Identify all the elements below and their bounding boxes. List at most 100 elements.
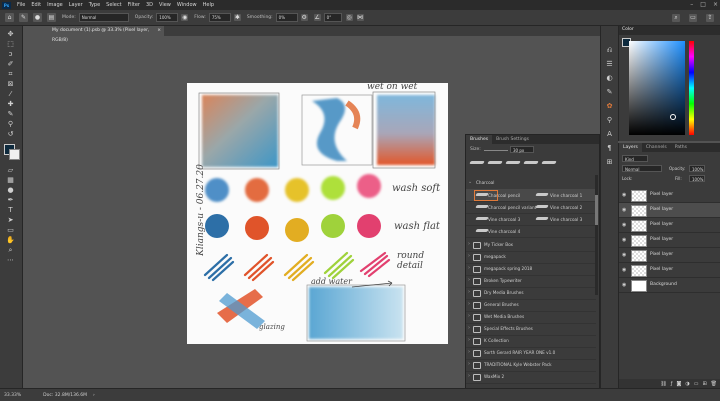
type-tool-icon[interactable]: T (4, 206, 17, 215)
clone-source-icon[interactable]: ⚲ (605, 116, 614, 125)
clone-stamp-tool-icon[interactable]: ⚲ (4, 120, 17, 129)
visibility-eye-icon[interactable]: ◉ (622, 192, 626, 198)
glyphs-icon[interactable]: ⊞ (605, 158, 614, 167)
layer-row[interactable]: ◉ Pixel layer (619, 218, 720, 233)
pen-tool-icon[interactable]: ✒ (4, 196, 17, 205)
size-field[interactable]: 30 px (510, 146, 534, 153)
layer-row[interactable]: ◉ Pixel layer (619, 248, 720, 263)
fx-icon[interactable]: ƒ (671, 381, 673, 387)
smoothing-field[interactable]: 0% (275, 13, 298, 22)
close-tab-icon[interactable]: × (157, 26, 161, 36)
layer-row[interactable]: ◉ Pixel layer (619, 233, 720, 248)
brush-panel-icon[interactable]: ✎ (605, 88, 614, 97)
properties-icon[interactable]: ☰ (605, 60, 614, 69)
menu-filter[interactable]: Filter (125, 2, 143, 8)
lasso-tool-icon[interactable]: ↄ (4, 50, 17, 59)
maximize-icon[interactable]: □ (700, 1, 706, 8)
recent-brush-2[interactable] (487, 161, 503, 164)
brush-row-4[interactable]: Vine charcoal 4 (466, 225, 596, 238)
new-layer-icon[interactable]: ⊞ (702, 381, 706, 387)
layer-filter-kind[interactable]: Kind (622, 155, 648, 162)
chevron-right-icon[interactable]: › (468, 289, 470, 295)
tab-layers[interactable]: Layers (619, 143, 642, 152)
visibility-eye-icon[interactable]: ◉ (622, 237, 626, 243)
history-icon[interactable]: ⎌ (605, 46, 614, 55)
menu-image[interactable]: Image (44, 2, 66, 8)
tab-paths[interactable]: Paths (671, 143, 691, 152)
menu-edit[interactable]: Edit (28, 2, 44, 8)
character-icon[interactable]: A (605, 130, 614, 139)
chevron-right-icon[interactable]: › (468, 361, 470, 367)
recent-brush-1[interactable] (469, 161, 485, 164)
chevron-right-icon[interactable]: › (468, 253, 470, 259)
layer-row[interactable]: ◉ Pixel layer (619, 263, 720, 278)
color-picker-marker[interactable] (670, 114, 676, 120)
brushes-scrollbar[interactable] (595, 175, 598, 295)
chevron-right-icon[interactable]: › (468, 241, 470, 247)
menu-help[interactable]: Help (200, 2, 217, 8)
share-icon[interactable]: ⇪ (706, 13, 714, 22)
new-group-icon[interactable]: ▭ (694, 381, 699, 387)
opacity-field[interactable]: 100% (156, 13, 179, 22)
minimize-icon[interactable]: – (690, 1, 693, 8)
history-brush-tool-icon[interactable]: ↺ (4, 130, 17, 139)
chevron-right-icon[interactable]: › (468, 349, 470, 355)
background-color-swatch[interactable] (9, 149, 20, 160)
crop-tool-icon[interactable]: ⌗ (4, 70, 17, 79)
menu-view[interactable]: View (156, 2, 174, 8)
visibility-eye-icon[interactable]: ◉ (622, 282, 626, 288)
chevron-right-icon[interactable]: › (468, 277, 470, 283)
menu-layer[interactable]: Layer (66, 2, 86, 8)
document-tab[interactable]: My document (1).psb @ 33.3% (Pixel layer… (46, 26, 164, 43)
smoothing-options-icon[interactable]: ⚙ (300, 14, 308, 21)
tab-color[interactable]: Color (622, 27, 634, 32)
dodge-tool-icon[interactable]: ● (4, 186, 17, 195)
delete-layer-icon[interactable]: 🗑 (711, 381, 717, 387)
frame-tool-icon[interactable]: ⊠ (4, 80, 17, 89)
menu-select[interactable]: Select (103, 2, 124, 8)
recent-brush-3[interactable] (505, 161, 521, 164)
recent-brush-4[interactable] (523, 161, 539, 164)
eyedropper-tool-icon[interactable]: ⁄ (4, 90, 17, 99)
healing-tool-icon[interactable]: ✚ (4, 100, 17, 109)
hue-slider[interactable] (689, 41, 694, 135)
menu-window[interactable]: Window (174, 2, 200, 8)
airbrush-icon[interactable]: ✱ (233, 14, 241, 21)
tab-brush-settings[interactable]: Brush Settings (492, 135, 533, 144)
path-select-tool-icon[interactable]: ➤ (4, 216, 17, 225)
chevron-right-icon[interactable]: › (468, 337, 470, 343)
tab-brushes[interactable]: Brushes (466, 135, 493, 144)
menu-file[interactable]: File (14, 2, 28, 8)
menu-type[interactable]: Type (86, 2, 103, 8)
status-chevron-icon[interactable]: › (93, 393, 95, 398)
move-tool-icon[interactable]: ✥ (4, 30, 17, 39)
visibility-eye-icon[interactable]: ◉ (622, 252, 626, 258)
adjustments-icon[interactable]: ◐ (605, 74, 614, 83)
paragraph-icon[interactable]: ¶ (605, 144, 614, 153)
chevron-right-icon[interactable]: › (468, 325, 470, 331)
layer-opacity-field[interactable]: 100% (689, 165, 705, 172)
brushes-active-icon[interactable]: ✿ (605, 102, 614, 111)
zoom-level[interactable]: 33.33% (4, 393, 21, 398)
brush-preset-icon[interactable]: ● (33, 13, 42, 22)
visibility-eye-icon[interactable]: ◉ (622, 267, 626, 273)
brush-folder[interactable]: › WaxMix 2 (466, 371, 596, 384)
visibility-eye-icon[interactable]: ◉ (622, 222, 626, 228)
zoom-tool-icon[interactable]: ⌕ (4, 246, 17, 255)
angle-field[interactable]: 0° (323, 13, 342, 22)
brush-tool-icon[interactable]: ✎ (19, 13, 28, 22)
scrollbar-thumb[interactable] (595, 195, 598, 225)
layer-row[interactable]: ◉ Pixel layer (619, 188, 720, 203)
blend-mode-select[interactable]: Normal (622, 165, 662, 172)
layer-row-background[interactable]: ◉ Background (619, 278, 720, 293)
symmetry-icon[interactable]: ⋈ (356, 14, 364, 21)
eraser-tool-icon[interactable]: ▱ (4, 166, 17, 175)
search-icon[interactable]: ⌕ (672, 13, 680, 22)
size-slider[interactable] (484, 150, 508, 151)
tab-channels[interactable]: Channels (642, 143, 671, 152)
layer-fill-field[interactable]: 100% (689, 175, 705, 182)
workspace-icon[interactable]: ▭ (689, 13, 697, 22)
document-canvas[interactable]: wet on wet wash soft wash flat round det… (187, 83, 448, 344)
color-picker-field[interactable] (629, 41, 685, 135)
flow-field[interactable]: 75% (208, 13, 231, 22)
